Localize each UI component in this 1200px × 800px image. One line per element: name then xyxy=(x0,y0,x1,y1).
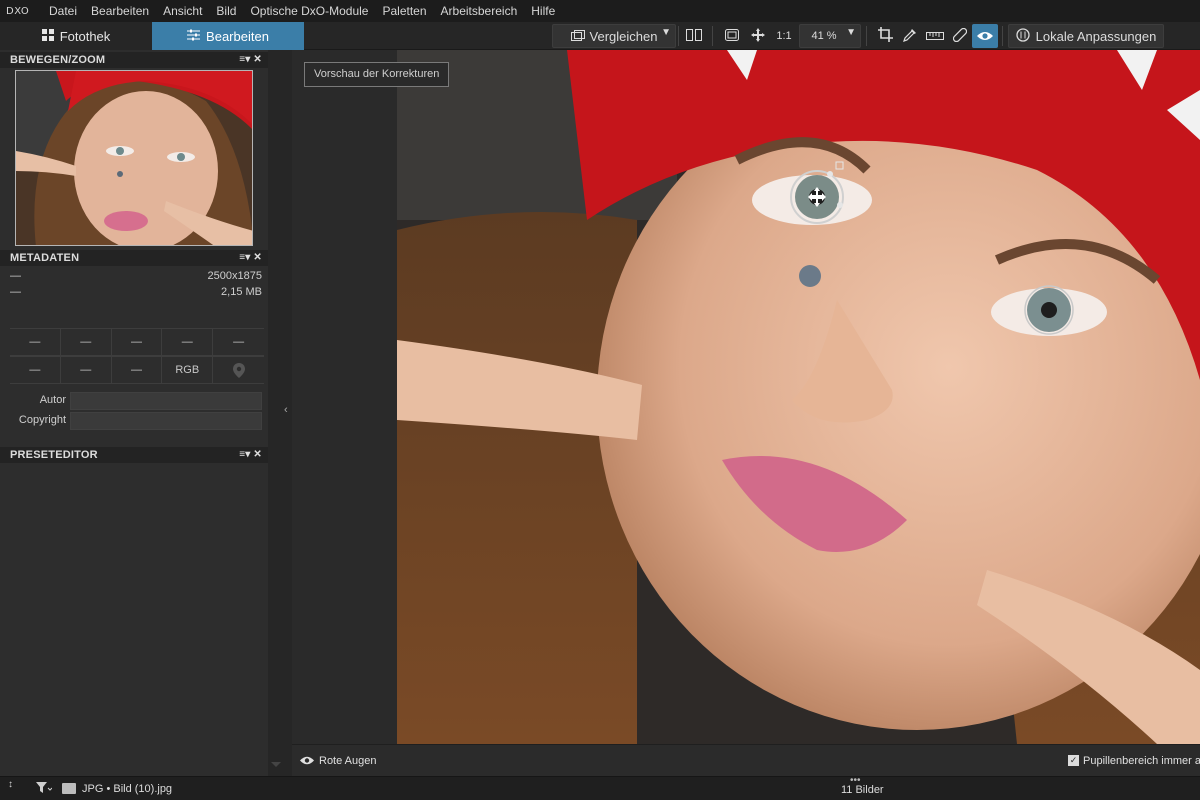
move-icon xyxy=(751,27,765,45)
menu-hilfe[interactable]: Hilfe xyxy=(524,0,562,22)
compare-label: Vergleichen xyxy=(589,28,658,44)
tab-fotothek[interactable]: Fotothek xyxy=(0,22,152,50)
exif-cell: — xyxy=(10,328,61,356)
local-adjust-icon xyxy=(1015,27,1030,45)
chevron-down-icon: ▼ xyxy=(846,27,856,38)
metadata-row: — 2,15 MB xyxy=(0,286,268,302)
metadata-row: — 2500x1875 xyxy=(0,270,268,286)
author-input[interactable] xyxy=(70,392,262,410)
metadata-dimensions: 2500x1875 xyxy=(207,270,262,282)
menu-ansicht[interactable]: Ansicht xyxy=(156,0,209,22)
panel-menu-close-icon[interactable]: ≡▾ ✕ xyxy=(239,52,262,68)
red-eye-tool-button[interactable] xyxy=(972,24,998,48)
pupil-area-label[interactable]: Pupillenbereich immer an xyxy=(1083,755,1200,767)
sliders-icon xyxy=(187,29,201,44)
bandage-icon xyxy=(952,27,968,45)
panel-collapse-strip[interactable] xyxy=(268,50,292,776)
preset-editor-title: PRESETEDITOR xyxy=(10,449,98,461)
copyright-input[interactable] xyxy=(70,412,262,430)
pupil-area-checkbox[interactable]: ✓ xyxy=(1068,755,1079,766)
image-viewer[interactable]: Vorschau der Korrekturen xyxy=(292,50,1200,744)
color-picker-button[interactable] xyxy=(898,24,922,48)
move-tool-button[interactable] xyxy=(746,24,770,48)
menu-bar: DXO Datei Bearbeiten Ansicht Bild Optisc… xyxy=(0,0,1200,22)
split-view-icon xyxy=(686,28,702,44)
metadata-title: METADATEN xyxy=(10,252,80,264)
compare-button[interactable]: Vergleichen ▼ xyxy=(552,24,676,48)
ruler-icon xyxy=(926,29,944,44)
exif-cell: — xyxy=(111,356,163,384)
zoom-level-value: 41 % xyxy=(811,30,837,42)
move-zoom-header[interactable]: BEWEGEN/ZOOM ≡▾ ✕ xyxy=(0,52,268,68)
tab-fotothek-label: Fotothek xyxy=(59,28,111,44)
app-logo: DXO xyxy=(6,5,30,17)
scroll-down-icon[interactable] xyxy=(271,762,281,767)
tool-settings-bar: Rote Augen ✓ Pupillenbereich immer an xyxy=(292,744,1200,776)
chevron-down-icon[interactable]: ▼ xyxy=(661,27,671,38)
metadata-key: — xyxy=(10,286,21,298)
folder-icon[interactable] xyxy=(62,783,76,794)
menu-datei[interactable]: Datei xyxy=(42,0,84,22)
metadata-filesize: 2,15 MB xyxy=(221,286,262,298)
local-adjustments-button[interactable]: Lokale Anpassungen xyxy=(1008,24,1164,48)
fit-to-screen-button[interactable] xyxy=(720,24,744,48)
crop-tool-button[interactable] xyxy=(872,24,898,48)
filter-icon[interactable] xyxy=(36,782,53,797)
fit-screen-icon xyxy=(725,28,739,44)
metadata-key: — xyxy=(10,270,21,282)
author-label: Autor xyxy=(39,394,66,406)
sort-icon[interactable]: ↕ xyxy=(8,780,13,790)
exif-grid: — — — — — — — — RGB xyxy=(10,328,264,384)
metadata-header[interactable]: METADATEN ≡▾ ✕ xyxy=(0,250,268,266)
chevron-left-icon[interactable]: ‹ xyxy=(284,404,288,416)
grid-icon xyxy=(41,28,54,44)
menu-paletten[interactable]: Paletten xyxy=(375,0,433,22)
status-bar: ↕ JPG • Bild (10).jpg ••• 11 Bilder xyxy=(0,775,1200,800)
exif-cell: — xyxy=(10,356,61,384)
horizon-tool-button[interactable] xyxy=(922,24,948,48)
crop-icon xyxy=(877,27,893,45)
panel-menu-close-icon[interactable]: ≡▾ ✕ xyxy=(239,447,262,463)
menu-arbeitsbereich[interactable]: Arbeitsbereich xyxy=(434,0,525,22)
location-pin-icon[interactable] xyxy=(213,356,264,384)
zoom-level-select[interactable]: 41 % ▼ xyxy=(799,24,861,48)
repair-tool-button[interactable] xyxy=(948,24,972,48)
menu-bild[interactable]: Bild xyxy=(209,0,243,22)
tab-bearbeiten-label: Bearbeiten xyxy=(206,28,269,44)
tab-bearbeiten[interactable]: Bearbeiten xyxy=(152,22,304,50)
exif-colorspace: RGB xyxy=(162,356,214,384)
local-adjustments-label: Lokale Anpassungen xyxy=(1035,28,1157,44)
preview-corrections-toggle[interactable]: Vorschau der Korrekturen xyxy=(304,62,450,87)
navigator-thumbnail[interactable] xyxy=(15,70,253,246)
current-file-path: JPG • Bild (10).jpg xyxy=(82,783,173,795)
red-eye-tool-label: Rote Augen xyxy=(319,755,377,767)
left-palette-panel: BEWEGEN/ZOOM ≡▾ ✕ METADATEN ≡▾ ✕ — 2500x… xyxy=(0,50,268,776)
menu-bearbeiten[interactable]: Bearbeiten xyxy=(84,0,156,22)
image-count: 11 Bilder xyxy=(841,784,884,796)
panel-menu-close-icon[interactable]: ≡▾ ✕ xyxy=(239,250,262,266)
exif-cell: — xyxy=(111,328,163,356)
main-toolbar: Fotothek Bearbeiten Vergleichen ▼ 1:1 41… xyxy=(0,22,1200,50)
exif-cell: — xyxy=(60,328,112,356)
eyedropper-icon xyxy=(903,28,917,45)
split-view-button[interactable] xyxy=(680,24,708,48)
exif-cell: — xyxy=(213,328,264,356)
eye-icon xyxy=(977,29,993,44)
metadata-list: — 2500x1875 — 2,15 MB xyxy=(0,270,268,302)
move-zoom-title: BEWEGEN/ZOOM xyxy=(10,54,106,66)
author-field-row: Autor xyxy=(0,392,268,410)
zoom-100-button[interactable]: 1:1 xyxy=(772,24,796,48)
copyright-label: Copyright xyxy=(18,414,66,426)
compare-icon xyxy=(570,29,585,44)
exif-cell: — xyxy=(60,356,112,384)
exif-cell: — xyxy=(162,328,214,356)
preset-editor-header[interactable]: PRESETEDITOR ≡▾ ✕ xyxy=(0,447,268,463)
eye-icon[interactable] xyxy=(300,754,314,768)
menu-optische-module[interactable]: Optische DxO-Module xyxy=(243,0,375,22)
copyright-field-row: Copyright xyxy=(0,412,268,430)
photo-canvas[interactable] xyxy=(397,50,1200,744)
